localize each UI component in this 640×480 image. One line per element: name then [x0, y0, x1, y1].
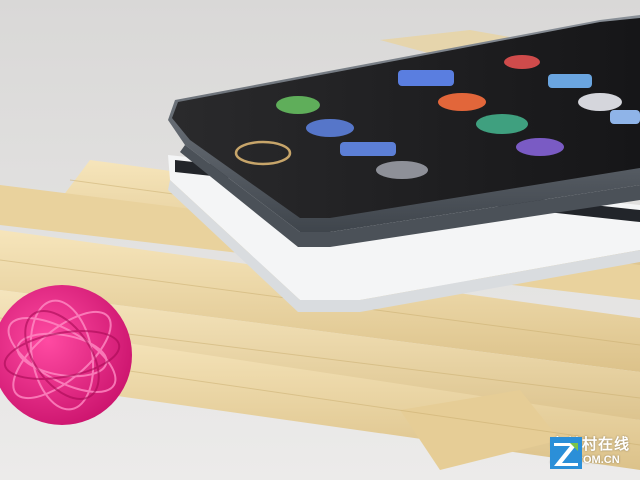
- blue-square-app-icon: [398, 70, 454, 86]
- product-photo-scene: 中关村在线 ZOL.COM.CN: [0, 0, 640, 480]
- photo-illustration: [0, 0, 640, 480]
- blue-app-icon: [306, 119, 354, 137]
- purple-app-icon: [516, 138, 564, 156]
- teal-app-icon: [476, 114, 528, 134]
- cyan-app-icon: [548, 74, 592, 88]
- red-app-icon: [504, 55, 540, 69]
- green-app-icon: [276, 96, 320, 114]
- settings-app-icon: [376, 161, 428, 179]
- orange-app-icon: [438, 93, 486, 111]
- light-app-icon: [610, 110, 640, 124]
- lightblue-app-icon: [578, 93, 622, 111]
- zol-logo-icon: [549, 437, 582, 469]
- zol-watermark: 中关村在线 ZOL.COM.CN: [549, 437, 630, 469]
- puzzle-app-icon: [340, 142, 396, 156]
